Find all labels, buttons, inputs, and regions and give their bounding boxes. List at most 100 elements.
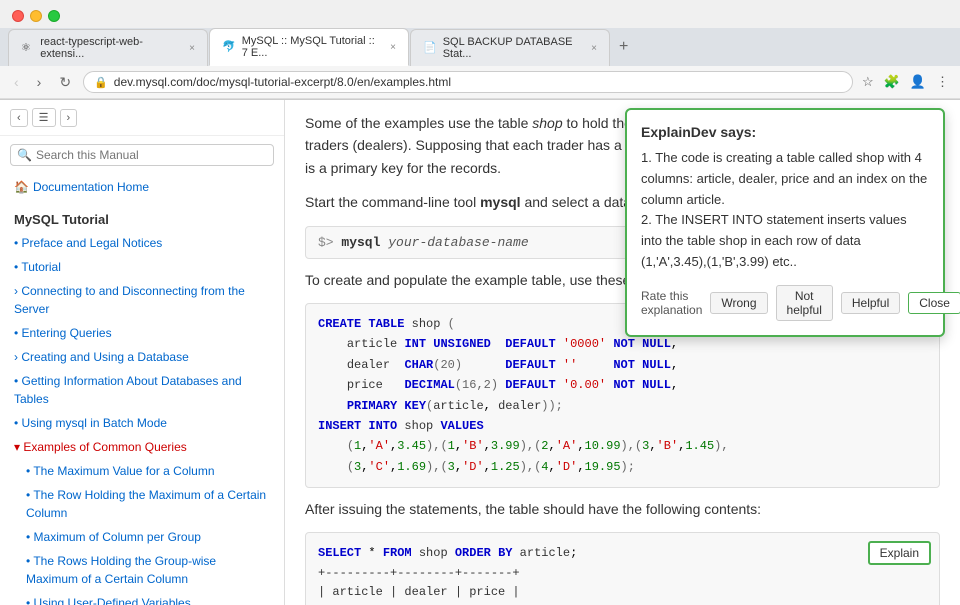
sidebar-label-batch: Using mysql in Batch Mode <box>22 416 167 430</box>
explaindev-title: ExplainDev says: <box>641 124 929 140</box>
tab-favicon-react: ⚛ <box>21 41 34 55</box>
maximize-window-button[interactable] <box>48 10 60 22</box>
sidebar-item-tutorial[interactable]: • Tutorial <box>0 255 284 279</box>
sidebar-label-rows-group: The Rows Holding the Group-wise Maximum … <box>26 554 216 586</box>
helpful-button[interactable]: Helpful <box>841 292 900 314</box>
back-button[interactable]: ‹ <box>8 72 25 92</box>
code-line-2: article INT UNSIGNED DEFAULT '0000' NOT … <box>318 334 927 354</box>
code-line-7: (1,'A',3.45),(1,'B',3.99),(2,'A',10.99),… <box>318 436 927 456</box>
explaindev-popup: ExplainDev says: 1. The code is creating… <box>625 108 945 337</box>
sidebar-item-creating[interactable]: › Creating and Using a Database <box>0 345 284 369</box>
code-line-8: (3,'C',1.69),(3,'D',1.25),(4,'D',19.95); <box>318 457 927 477</box>
search-input[interactable] <box>36 148 267 162</box>
sidebar-label-entering: Entering Queries <box>22 326 112 340</box>
sidebar-item-max-value[interactable]: • The Maximum Value for a Column <box>0 459 284 483</box>
sidebar-section-title: MySQL Tutorial <box>0 204 284 231</box>
url-text: dev.mysql.com/doc/mysql-tutorial-excerpt… <box>114 75 842 89</box>
tab-label-mysql: MySQL :: MySQL Tutorial :: 7 E... <box>242 35 380 59</box>
tab-close-sql[interactable]: × <box>591 43 597 54</box>
explaindev-text: 1. The code is creating a table called s… <box>641 150 927 269</box>
tab-label-react: react-typescript-web-extensi... <box>40 36 179 60</box>
sidebar-label-examples: Examples of Common Queries <box>23 440 186 454</box>
tab-label-sql: SQL BACKUP DATABASE Stat... <box>443 36 581 60</box>
tab-close-react[interactable]: × <box>189 43 195 54</box>
code-line-6: INSERT INTO shop VALUES <box>318 416 927 436</box>
main-content: ExplainDev says: 1. The code is creating… <box>285 100 960 605</box>
page-layout: ‹ ☰ › 🔍 🏠 Documentation Home MySQL Tutor… <box>0 100 960 605</box>
sidebar-item-preface[interactable]: • Preface and Legal Notices <box>0 231 284 255</box>
sidebar-item-examples[interactable]: ▾ Examples of Common Queries <box>0 435 284 459</box>
nav-icons: ☆ 🧩 👤 ⋮ <box>859 71 952 93</box>
sidebar-item-rows-group[interactable]: • The Rows Holding the Group-wise Maximu… <box>0 549 284 591</box>
bullet-icon: • <box>14 236 22 250</box>
tab-mysql[interactable]: 🐬 MySQL :: MySQL Tutorial :: 7 E... × <box>209 28 409 66</box>
tab-close-mysql[interactable]: × <box>390 42 396 53</box>
bullet-icon: • <box>26 530 34 544</box>
code-block-select: Explain SELECT * FROM shop ORDER BY arti… <box>305 532 940 605</box>
window-controls <box>0 0 960 28</box>
sidebar-label-user-vars: Using User-Defined Variables <box>34 596 191 605</box>
sidebar-forward-button[interactable]: › <box>60 109 78 127</box>
code-query: SELECT * FROM shop ORDER BY article; <box>318 543 927 563</box>
code-line-4: price DECIMAL(16,2) DEFAULT '0.00' NOT N… <box>318 375 927 395</box>
explain-button-2[interactable]: Explain <box>868 541 931 565</box>
explaindev-body: 1. The code is creating a table called s… <box>641 148 929 273</box>
sidebar-back-button[interactable]: ‹ <box>10 109 28 127</box>
tab-favicon-sql: 📄 <box>423 41 437 55</box>
tab-favicon-mysql: 🐬 <box>222 40 236 54</box>
sidebar-item-user-vars[interactable]: • Using User-Defined Variables <box>0 591 284 605</box>
explaindev-footer: Rate this explanation Wrong Not helpful … <box>641 285 929 321</box>
prompt: $> <box>318 235 341 250</box>
tab-sql[interactable]: 📄 SQL BACKUP DATABASE Stat... × <box>410 29 610 66</box>
sidebar-toolbar: ‹ ☰ › <box>0 100 284 136</box>
refresh-button[interactable]: ↻ <box>53 72 77 93</box>
home-icon: 🏠 <box>14 178 29 196</box>
tabs-bar: ⚛ react-typescript-web-extensi... × 🐬 My… <box>0 28 960 66</box>
wrong-button[interactable]: Wrong <box>710 292 767 314</box>
rate-label: Rate this explanation <box>641 289 702 317</box>
not-helpful-button[interactable]: Not helpful <box>776 285 833 321</box>
code-line-5: PRIMARY KEY(article, dealer)); <box>318 396 927 416</box>
sidebar-home-link[interactable]: 🏠 Documentation Home <box>0 174 284 204</box>
lock-icon: 🔒 <box>94 76 108 89</box>
forward-button[interactable]: › <box>31 72 48 92</box>
sidebar: ‹ ☰ › 🔍 🏠 Documentation Home MySQL Tutor… <box>0 100 285 605</box>
explaindev-close-button[interactable]: Close <box>908 292 960 314</box>
extensions-button[interactable]: 🧩 <box>881 71 903 93</box>
nav-bar: ‹ › ↻ 🔒 dev.mysql.com/doc/mysql-tutorial… <box>0 66 960 99</box>
sidebar-item-getting-info[interactable]: • Getting Information About Databases an… <box>0 369 284 411</box>
tab-react[interactable]: ⚛ react-typescript-web-extensi... × <box>8 29 208 66</box>
sidebar-item-row-max[interactable]: • The Row Holding the Maximum of a Certa… <box>0 483 284 525</box>
sidebar-label-max-group: Maximum of Column per Group <box>34 530 201 544</box>
search-box: 🔍 <box>10 144 274 166</box>
bookmark-button[interactable]: ☆ <box>859 71 877 93</box>
code-line-3: dealer CHAR(20) DEFAULT '' NOT NULL, <box>318 355 927 375</box>
menu-button[interactable]: ⋮ <box>933 71 952 93</box>
sidebar-item-batch[interactable]: • Using mysql in Batch Mode <box>0 411 284 435</box>
close-window-button[interactable] <box>12 10 24 22</box>
sidebar-home-label: Documentation Home <box>33 178 149 196</box>
bullet-icon: • <box>14 374 22 388</box>
sidebar-label-row-max: The Row Holding the Maximum of a Certain… <box>26 488 266 520</box>
new-tab-button[interactable]: + <box>611 34 636 60</box>
sidebar-item-entering[interactable]: • Entering Queries <box>0 321 284 345</box>
cmd-name: mysql <box>341 235 380 250</box>
sidebar-label-tutorial: Tutorial <box>21 260 61 274</box>
sidebar-label-connecting: Connecting to and Disconnecting from the… <box>14 284 245 316</box>
cmd-arg: your-database-name <box>388 235 528 250</box>
minimize-window-button[interactable] <box>30 10 42 22</box>
address-bar[interactable]: 🔒 dev.mysql.com/doc/mysql-tutorial-excer… <box>83 71 853 93</box>
sidebar-item-max-group[interactable]: • Maximum of Column per Group <box>0 525 284 549</box>
paragraph4: After issuing the statements, the table … <box>305 498 940 520</box>
profile-button[interactable]: 👤 <box>907 71 929 93</box>
sidebar-label-getting-info: Getting Information About Databases and … <box>14 374 242 406</box>
bullet-icon: • <box>26 596 34 605</box>
expand-icon-down: ▾ <box>14 440 23 454</box>
sidebar-toc-button[interactable]: ☰ <box>32 108 56 127</box>
bullet-icon: • <box>14 416 22 430</box>
sidebar-item-connecting[interactable]: › Connecting to and Disconnecting from t… <box>0 279 284 321</box>
search-icon: 🔍 <box>17 148 32 162</box>
sidebar-label-creating: Creating and Using a Database <box>21 350 188 364</box>
sidebar-label-preface: Preface and Legal Notices <box>22 236 163 250</box>
browser-chrome: ⚛ react-typescript-web-extensi... × 🐬 My… <box>0 0 960 100</box>
